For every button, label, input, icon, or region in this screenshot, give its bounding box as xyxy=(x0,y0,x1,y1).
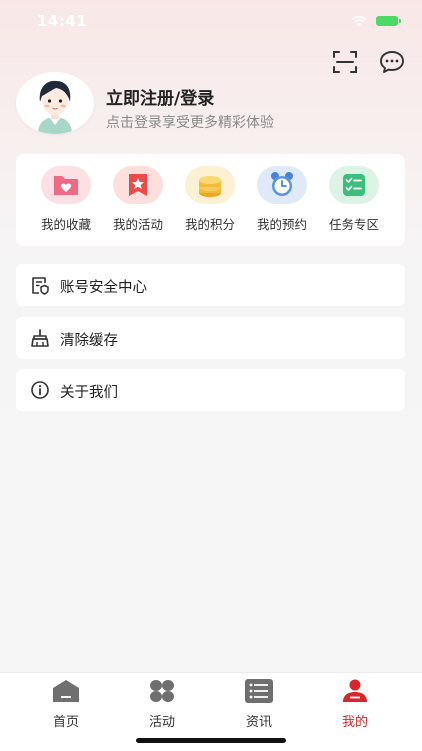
star-badge-icon xyxy=(113,166,163,204)
task-list-icon xyxy=(329,166,379,204)
scan-icon xyxy=(333,51,357,73)
menu-item-about-us[interactable]: 关于我们 xyxy=(16,369,405,411)
coins-icon xyxy=(185,166,235,204)
wifi-icon xyxy=(351,15,367,27)
broom-icon xyxy=(31,329,49,347)
tab-label-home: 首页 xyxy=(52,715,79,730)
login-subtitle[interactable]: 点击登录享受更多精彩体验 xyxy=(106,112,274,132)
tab-label-news: 资讯 xyxy=(245,715,272,730)
menu-item-clear-cache[interactable]: 清除缓存 xyxy=(16,317,405,359)
quick-label-points: 我的积分 xyxy=(184,217,235,232)
tab-label-activities: 活动 xyxy=(148,715,175,730)
tab-activities[interactable]: 活动 xyxy=(127,679,197,730)
quick-item-activities[interactable]: 我的活动 xyxy=(103,166,173,233)
status-time: 14:41 xyxy=(37,12,88,30)
avatar[interactable] xyxy=(16,72,94,134)
menu-label-account-security: 账号安全中心 xyxy=(60,280,147,296)
quick-item-favorites[interactable]: 我的收藏 xyxy=(31,166,101,233)
menu-label-clear-cache: 清除缓存 xyxy=(60,333,118,349)
battery-icon xyxy=(376,16,401,26)
info-icon xyxy=(31,381,49,399)
news-list-icon xyxy=(245,679,273,703)
avatar-illustration xyxy=(16,72,94,134)
quick-actions-card: 我的收藏 我的活动 我的积分 我的预约 任务专区 xyxy=(16,154,405,246)
menu-label-about-us: 关于我们 xyxy=(60,385,118,401)
quick-item-points[interactable]: 我的积分 xyxy=(175,166,245,233)
shield-document-icon xyxy=(32,277,49,295)
grid-icon xyxy=(150,680,174,702)
tab-news[interactable]: 资讯 xyxy=(224,679,294,730)
quick-label-tasks: 任务专区 xyxy=(328,217,379,232)
tab-home[interactable]: 首页 xyxy=(31,679,101,730)
tab-label-mine: 我的 xyxy=(341,715,368,730)
login-register-title[interactable]: 立即注册/登录 xyxy=(106,84,214,109)
tab-mine[interactable]: 我的 xyxy=(320,679,390,730)
user-icon xyxy=(343,679,367,702)
quick-item-tasks[interactable]: 任务专区 xyxy=(319,166,389,233)
quick-item-reservations[interactable]: 我的预约 xyxy=(247,166,317,233)
quick-label-favorites: 我的收藏 xyxy=(40,217,91,232)
alarm-clock-icon xyxy=(257,166,307,204)
status-bar: 14:41 xyxy=(0,0,422,44)
chat-bubble-icon xyxy=(380,51,404,73)
scan-button[interactable] xyxy=(331,48,359,76)
home-indicator[interactable] xyxy=(136,738,286,743)
menu-item-account-security[interactable]: 账号安全中心 xyxy=(16,264,405,306)
home-icon xyxy=(53,680,79,702)
heart-folder-icon xyxy=(41,166,91,204)
message-button[interactable] xyxy=(378,48,406,76)
quick-label-reservations: 我的预约 xyxy=(256,217,307,232)
quick-label-activities: 我的活动 xyxy=(112,217,163,232)
